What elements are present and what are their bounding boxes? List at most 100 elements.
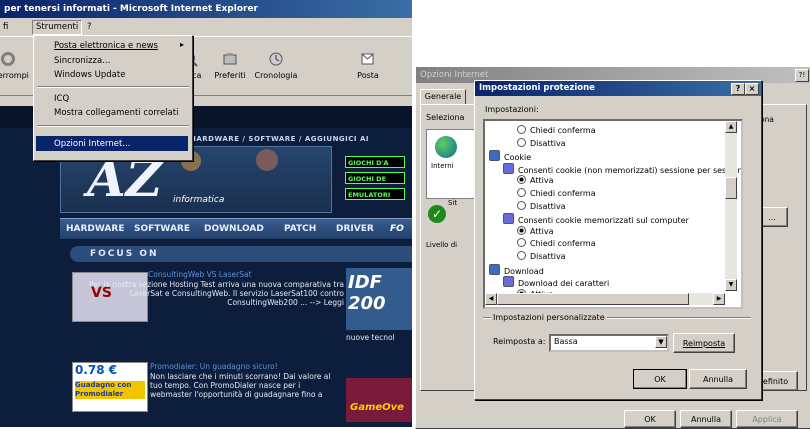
menu-related-links[interactable]: Mostra collegamenti correlati: [54, 108, 178, 118]
custom-settings-label: Impostazioni personalizzate: [491, 313, 607, 322]
tree-row-radio[interactable]: Chiedi conferma: [517, 188, 596, 198]
nav-patch[interactable]: PATCH: [284, 219, 316, 239]
settings-label: Impostazioni:: [485, 105, 539, 114]
nav-hardware[interactable]: HARDWARE: [66, 219, 124, 239]
menu-icq[interactable]: ICQ: [54, 94, 69, 104]
tree-row-label: Cookie: [504, 153, 532, 163]
hscroll-thumb[interactable]: [497, 293, 689, 305]
dialog-ok-button[interactable]: OK: [633, 369, 687, 389]
article1-banner-sub: nuove tecnol: [346, 333, 395, 342]
nav-download[interactable]: DOWNLOAD: [204, 219, 264, 239]
article1-text: Per la nostra sezione Hosting Test arriv…: [89, 280, 344, 307]
tree-row-item[interactable]: Consenti cookie (non memorizzati) sessio…: [503, 162, 743, 175]
reset-button[interactable]: Reimposta: [673, 333, 735, 353]
tree-row-radio[interactable]: Disattiva: [517, 251, 566, 261]
reset-level-value: Bassa: [554, 337, 578, 346]
zone-internet-label: Interni: [431, 162, 454, 170]
scroll-right-icon[interactable]: ▶: [713, 293, 725, 305]
internet-zone-icon: [435, 136, 457, 158]
options-ok-button[interactable]: OK: [624, 410, 676, 428]
scroll-thumb[interactable]: [725, 177, 737, 199]
reset-level-select[interactable]: Bassa ▼: [549, 334, 669, 352]
setting-icon: [503, 162, 514, 174]
tree-row-label: Consenti cookie (non memorizzati) sessio…: [518, 165, 743, 175]
tab-general[interactable]: Generale: [420, 89, 466, 105]
decorative-figure: [256, 149, 278, 171]
article2-badge-value: 0.78 €: [75, 363, 118, 377]
tree-row-label: Download dei caratteri: [518, 279, 610, 289]
tree-row-radio[interactable]: Attiva: [517, 225, 553, 236]
article1-banner[interactable]: IDF 200: [346, 268, 412, 330]
mail-button[interactable]: Posta: [346, 51, 390, 80]
tree-row-radio[interactable]: Chiedi conferma: [517, 125, 596, 135]
menu-partial[interactable]: fi: [0, 19, 11, 35]
site-nav: HARDWARE SOFTWARE DOWNLOAD PATCH DRIVER …: [60, 218, 412, 240]
tools-dropdown: Posta elettronica e news ▸ Sincronizza..…: [33, 35, 193, 161]
zone-list[interactable]: Interni: [426, 129, 476, 199]
mail-label: Posta: [357, 71, 379, 80]
close-button[interactable]: ×: [745, 83, 759, 95]
tree-row-label: Disattiva: [530, 252, 566, 261]
menu-strumenti[interactable]: Strumenti: [32, 20, 83, 35]
menu-mail-news[interactable]: Posta elettronica e news: [54, 41, 158, 51]
article1-title[interactable]: ConsultingWeb VS LaserSat: [148, 270, 342, 279]
menu-windows-update[interactable]: Windows Update: [54, 70, 125, 80]
logo-subtitle: informatica: [173, 195, 225, 205]
scroll-down-icon[interactable]: ▼: [725, 279, 737, 291]
radio-icon: [517, 188, 526, 197]
chevron-down-icon[interactable]: ▼: [655, 336, 667, 348]
scroll-left-icon[interactable]: ◀: [485, 293, 497, 305]
side-link-1[interactable]: GIOCHI D'A: [345, 156, 405, 168]
security-settings-dialog: Impostazioni protezione ? × Impostazioni…: [474, 80, 762, 400]
options-cancel-button[interactable]: Annulla: [680, 410, 732, 428]
article1-banner-text: IDF 200: [348, 272, 386, 314]
article2-banner[interactable]: GameOve: [346, 378, 412, 422]
tree-row-folder[interactable]: Download: [489, 263, 544, 276]
mail-icon: [361, 53, 374, 65]
top-links[interactable]: HARDWARE / SOFTWARE / AGGIUNGICI AI PREF…: [190, 133, 412, 155]
horizontal-scrollbar[interactable]: ◀ ▶: [485, 293, 725, 305]
favorites-button[interactable]: Preferiti: [208, 51, 252, 80]
settings-tree[interactable]: Chiedi conferma Disattiva Cookie Consenti c…: [483, 119, 743, 309]
dialog-title-bar: Impostazioni protezione: [475, 81, 761, 96]
radio-icon: [517, 238, 526, 248]
favorites-label: Preferiti: [214, 71, 246, 80]
tree-row-radio[interactable]: Attiva: [517, 175, 553, 185]
options-apply-button[interactable]: Applica: [736, 410, 798, 428]
focus-title: FOCUS ON: [90, 249, 159, 259]
side-link-2[interactable]: GIOCHI DE: [345, 172, 405, 184]
tree-row-item[interactable]: Consenti cookie memorizzati sul computer: [503, 213, 689, 225]
security-level-label: Livello di: [426, 241, 458, 249]
scroll-up-icon[interactable]: ▲: [725, 121, 737, 133]
stop-button[interactable]: Interrompi: [0, 51, 30, 80]
menu-sync[interactable]: Sincronizza...: [54, 56, 110, 66]
history-button[interactable]: Cronologia: [254, 51, 298, 80]
nav-software[interactable]: SOFTWARE: [134, 219, 190, 239]
tree-row-folder[interactable]: Cookie: [489, 150, 531, 162]
nav-forum[interactable]: FO: [390, 219, 404, 239]
check-icon: ✓: [428, 205, 446, 223]
tree-row-radio[interactable]: Disattiva: [517, 137, 566, 148]
article2-title[interactable]: Promodialer: Un guadagno sicuro!: [150, 362, 342, 371]
options-help-button[interactable]: ?!: [795, 69, 809, 82]
vertical-scrollbar[interactable]: ▲ ▼: [725, 121, 737, 291]
tree-row-radio[interactable]: Disattiva: [517, 200, 566, 211]
history-icon: [269, 52, 283, 66]
side-link-3[interactable]: EMULATORI: [345, 188, 405, 200]
dialog-cancel-button[interactable]: Annulla: [689, 369, 747, 389]
tree-row-radio[interactable]: Chiedi conferma: [517, 238, 596, 248]
nav-driver[interactable]: DRIVER: [336, 219, 374, 239]
help-button[interactable]: ?: [731, 83, 745, 95]
menu-internet-options[interactable]: Opzioni Internet...: [54, 139, 130, 149]
ie-window: per tenersi informati - Microsoft Intern…: [0, 0, 412, 427]
ie-title-bar: per tenersi informati - Microsoft Intern…: [0, 0, 412, 18]
radio-selected-icon: [517, 175, 526, 185]
stop-label: Interrompi: [0, 71, 29, 80]
stop-icon: [1, 52, 15, 66]
tree-row-item[interactable]: Download dei caratteri: [503, 276, 609, 288]
tree-row-label: Disattiva: [530, 201, 566, 211]
menu-help[interactable]: ?: [84, 19, 95, 35]
favorites-icon: [223, 53, 237, 65]
menu-separator: [37, 86, 189, 88]
article2-badge[interactable]: 0.78 € Guadagno con Promodialer: [72, 362, 148, 412]
